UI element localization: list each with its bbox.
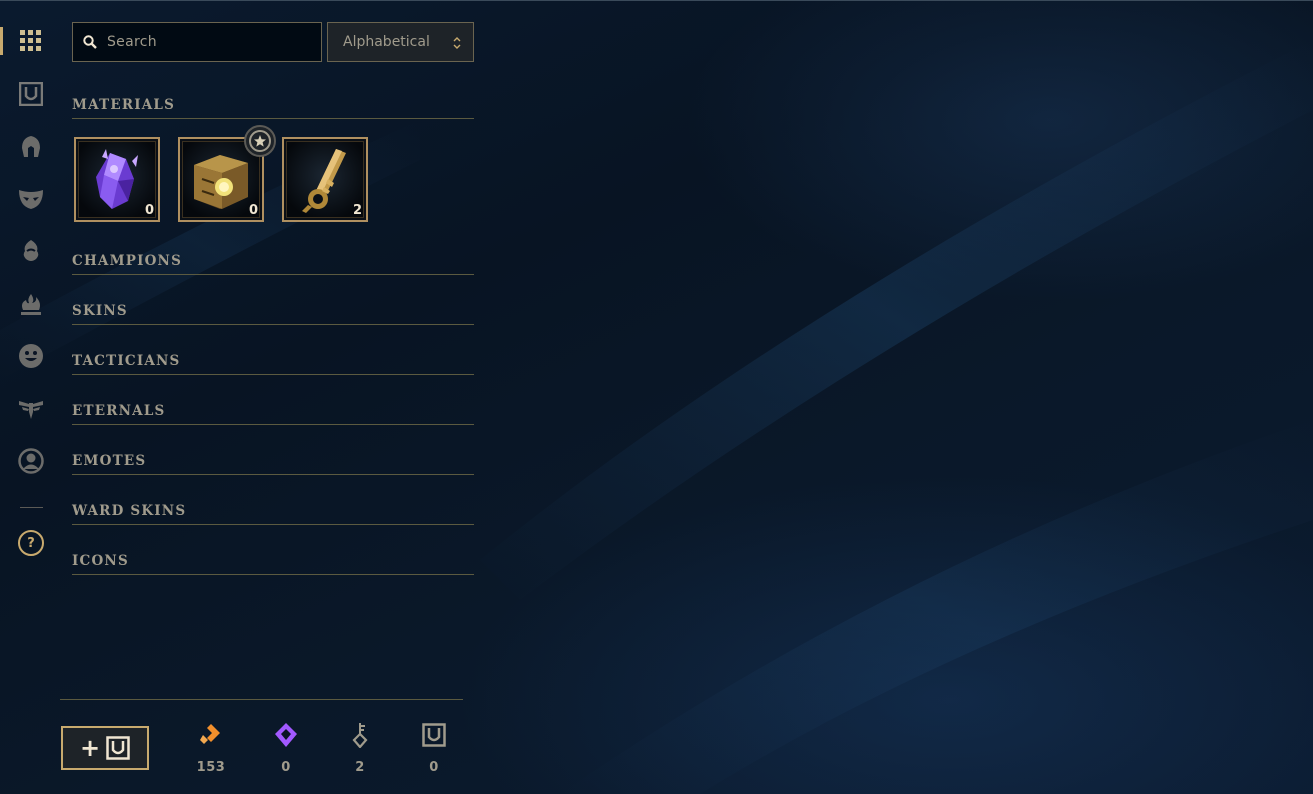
eternals-flame-icon xyxy=(21,294,41,315)
left-nav-rail: ? xyxy=(0,0,62,794)
currency-mythic-essence[interactable]: 0 xyxy=(261,720,311,780)
rail-item-emotes[interactable] xyxy=(0,334,62,378)
chest-currency-icon xyxy=(422,723,446,747)
chest-icon xyxy=(106,736,130,760)
section-ward-skins[interactable]: WARD SKINS xyxy=(72,497,474,525)
section-title: WARD SKINS xyxy=(72,503,187,519)
chest-icon xyxy=(19,82,43,106)
sort-dropdown[interactable]: Alphabetical xyxy=(327,22,474,62)
star-icon xyxy=(254,135,266,147)
champion-helmet-icon xyxy=(22,136,40,157)
material-tile-hextech-key[interactable]: 2 xyxy=(282,137,368,222)
section-champions[interactable]: CHAMPIONS xyxy=(72,247,474,275)
rail-item-eternals[interactable] xyxy=(0,283,62,327)
rail-item-skins[interactable] xyxy=(0,177,62,221)
rail-item-tacticians[interactable] xyxy=(0,229,62,273)
search-input[interactable] xyxy=(107,34,307,50)
skin-mask-icon xyxy=(19,190,43,209)
currency-chests[interactable]: 0 xyxy=(409,720,459,780)
ward-icon xyxy=(19,401,43,419)
rail-item-icons[interactable] xyxy=(0,439,62,483)
help-icon: ? xyxy=(18,530,44,556)
add-chest-button[interactable]: + xyxy=(61,726,149,770)
emote-smiley-icon xyxy=(19,344,43,368)
key-fragment-icon xyxy=(352,723,368,748)
grid-icon xyxy=(20,30,41,51)
profile-icon xyxy=(18,448,44,474)
section-title: CHAMPIONS xyxy=(72,253,183,269)
section-emotes[interactable]: EMOTES xyxy=(72,447,474,475)
section-title: TACTICIANS xyxy=(72,353,181,369)
material-count: 2 xyxy=(352,203,362,218)
blue-essence-icon xyxy=(200,724,220,744)
up-down-chevron-icon xyxy=(453,37,461,49)
featured-badge xyxy=(244,125,276,157)
rail-item-chests[interactable] xyxy=(0,72,62,116)
section-title: EMOTES xyxy=(72,453,147,469)
material-tile-gemstone[interactable]: 0 xyxy=(74,137,160,222)
search-box[interactable] xyxy=(72,22,322,62)
currency-value: 0 xyxy=(429,760,439,775)
rail-item-champions[interactable] xyxy=(0,125,62,169)
currency-key-fragments[interactable]: 2 xyxy=(335,720,385,780)
currency-value: 0 xyxy=(281,760,291,775)
section-title: ETERNALS xyxy=(72,403,166,419)
section-eternals[interactable]: ETERNALS xyxy=(72,397,474,425)
bottom-divider xyxy=(60,699,463,700)
mythic-essence-icon xyxy=(275,723,297,747)
section-tacticians[interactable]: TACTICIANS xyxy=(72,347,474,375)
rail-divider xyxy=(20,507,43,508)
material-count: 0 xyxy=(144,203,154,218)
section-title: MATERIALS xyxy=(72,97,176,113)
section-skins[interactable]: SKINS xyxy=(72,297,474,325)
window-top-border xyxy=(0,0,1313,1)
section-materials[interactable]: MATERIALS xyxy=(72,91,474,119)
section-icons[interactable]: ICONS xyxy=(72,547,474,575)
rail-item-wards[interactable] xyxy=(0,387,62,431)
section-title: SKINS xyxy=(72,303,128,319)
currency-blue-essence[interactable]: 153 xyxy=(186,720,236,780)
material-count: 0 xyxy=(248,203,258,218)
sort-selected-label: Alphabetical xyxy=(343,34,430,50)
tactician-icon xyxy=(23,240,39,261)
section-title: ICONS xyxy=(72,553,129,569)
search-icon xyxy=(83,35,97,49)
help-button[interactable]: ? xyxy=(0,521,62,565)
plus-icon: + xyxy=(79,734,101,762)
currency-value: 2 xyxy=(355,760,365,775)
currency-value: 153 xyxy=(196,760,226,775)
rail-item-all[interactable] xyxy=(0,19,62,63)
